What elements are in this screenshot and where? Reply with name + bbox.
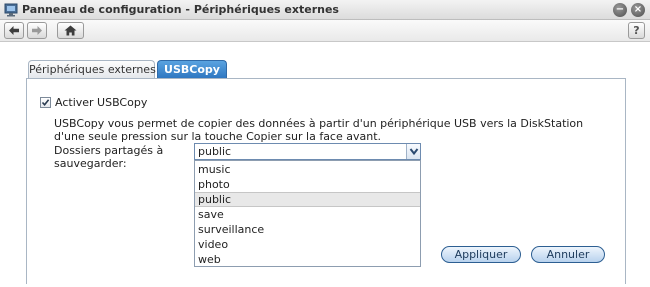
usbcopy-description: USBCopy vous permet de copier des donnée… bbox=[54, 117, 584, 143]
minimize-icon: − bbox=[615, 4, 625, 15]
content-area: Périphériques externes USBCopy Activer U… bbox=[0, 43, 650, 287]
shared-folder-select[interactable]: public bbox=[194, 143, 421, 160]
help-button[interactable]: ? bbox=[628, 22, 645, 39]
enable-usbcopy-checkbox[interactable] bbox=[40, 97, 51, 108]
enable-usbcopy-label: Activer USBCopy bbox=[55, 96, 148, 109]
dropdown-toggle[interactable] bbox=[406, 144, 420, 159]
dropdown-option-video[interactable]: video bbox=[195, 237, 420, 252]
shared-folder-dropdown: music photo public save surveillance vid… bbox=[194, 160, 421, 267]
checkmark-icon bbox=[41, 99, 50, 107]
shared-folder-value: public bbox=[198, 145, 232, 158]
forward-button[interactable] bbox=[27, 22, 47, 39]
toolbar: ? bbox=[0, 20, 650, 42]
minimize-button[interactable]: − bbox=[613, 3, 627, 17]
dropdown-option-music[interactable]: music bbox=[195, 162, 420, 177]
arrow-right-icon bbox=[32, 26, 42, 35]
window-title: Panneau de configuration - Périphériques… bbox=[22, 3, 339, 16]
cancel-button[interactable]: Annuler bbox=[531, 246, 605, 263]
control-panel-icon bbox=[4, 3, 18, 17]
home-button[interactable] bbox=[57, 22, 84, 39]
dropdown-option-surveillance[interactable]: surveillance bbox=[195, 222, 420, 237]
tab-usbcopy[interactable]: USBCopy bbox=[157, 60, 227, 79]
dropdown-option-save[interactable]: save bbox=[195, 207, 420, 222]
chevron-down-icon bbox=[409, 148, 419, 156]
tab-peripheriques-externes[interactable]: Périphériques externes bbox=[28, 60, 156, 79]
dropdown-option-photo[interactable]: photo bbox=[195, 177, 420, 192]
dropdown-option-public[interactable]: public bbox=[195, 192, 420, 207]
shared-folder-label: Dossiers partagés à sauvegarder: bbox=[54, 144, 164, 170]
arrow-left-icon bbox=[9, 26, 19, 35]
close-button[interactable]: × bbox=[631, 3, 645, 17]
home-icon bbox=[64, 25, 77, 36]
title-bar: Panneau de configuration - Périphériques… bbox=[0, 0, 650, 20]
close-icon: × bbox=[633, 4, 643, 15]
back-button[interactable] bbox=[4, 22, 24, 39]
apply-button[interactable]: Appliquer bbox=[441, 246, 521, 263]
dropdown-option-web[interactable]: web bbox=[195, 252, 420, 267]
